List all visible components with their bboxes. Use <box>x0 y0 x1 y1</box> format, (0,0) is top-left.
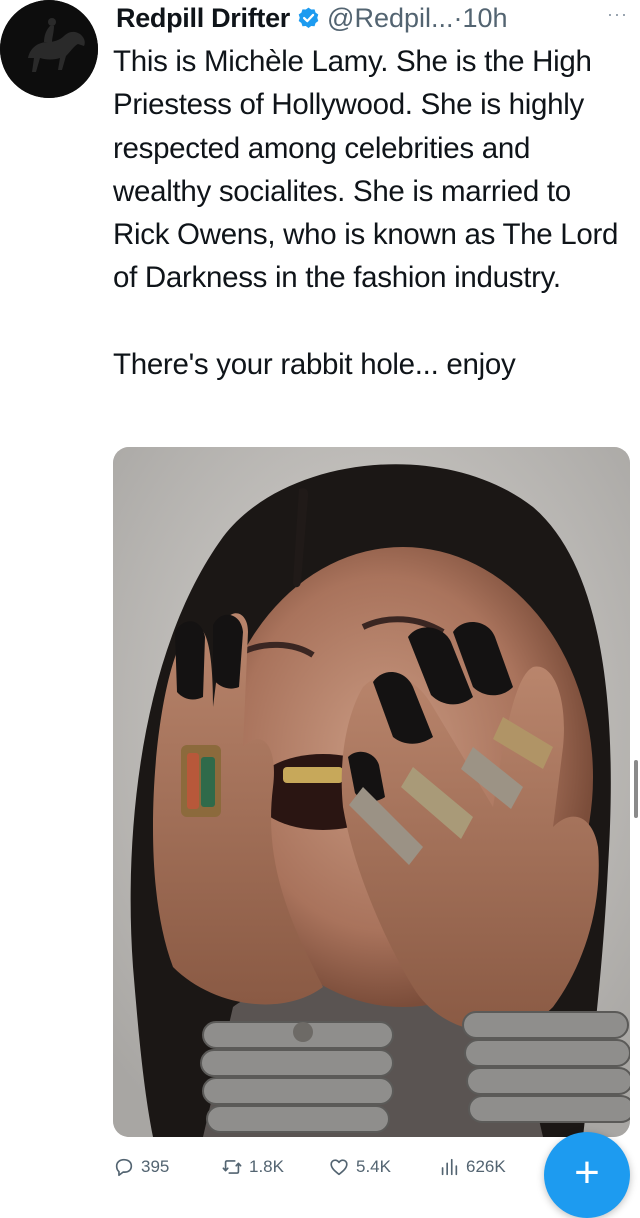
avatar[interactable] <box>0 0 98 98</box>
separator-dot: · <box>453 2 463 33</box>
tweet-text: This is Michèle Lamy. She is the High Pr… <box>113 40 628 386</box>
tweet-photo[interactable] <box>113 447 630 1137</box>
retweet-button[interactable]: 1.8K <box>221 1156 284 1178</box>
compose-button[interactable]: + <box>544 1132 630 1218</box>
more-icon[interactable]: ··· <box>607 4 628 25</box>
heart-icon <box>330 1159 348 1176</box>
plus-icon: + <box>574 1148 600 1197</box>
author-name[interactable]: Redpill Drifter <box>116 3 290 34</box>
retweet-count: 1.8K <box>249 1157 284 1176</box>
tweet-header: Redpill Drifter @Redpil... · 10h <box>116 0 508 36</box>
scrollbar[interactable] <box>634 760 638 818</box>
like-count: 5.4K <box>356 1157 391 1176</box>
reply-count: 395 <box>141 1157 170 1176</box>
like-button[interactable]: 5.4K <box>328 1156 391 1178</box>
reply-icon <box>115 1158 133 1177</box>
views-button[interactable]: 626K <box>438 1156 506 1178</box>
reply-button[interactable]: 395 <box>113 1156 169 1178</box>
tweet-actions: 395 1.8K 5.4K 626K <box>113 1152 533 1186</box>
verified-badge-icon <box>298 7 319 28</box>
author-handle[interactable]: @Redpil... <box>327 3 453 34</box>
retweet-icon <box>222 1160 242 1174</box>
views-icon <box>441 1158 458 1176</box>
tweet-paragraph: There's your rabbit hole... enjoy <box>113 347 516 381</box>
timestamp[interactable]: 10h <box>463 3 508 34</box>
tweet-paragraph: This is Michèle Lamy. She is the High Pr… <box>113 45 619 295</box>
views-count: 626K <box>466 1157 506 1176</box>
photo-image <box>113 447 630 1137</box>
rider-silhouette-icon <box>0 0 98 98</box>
